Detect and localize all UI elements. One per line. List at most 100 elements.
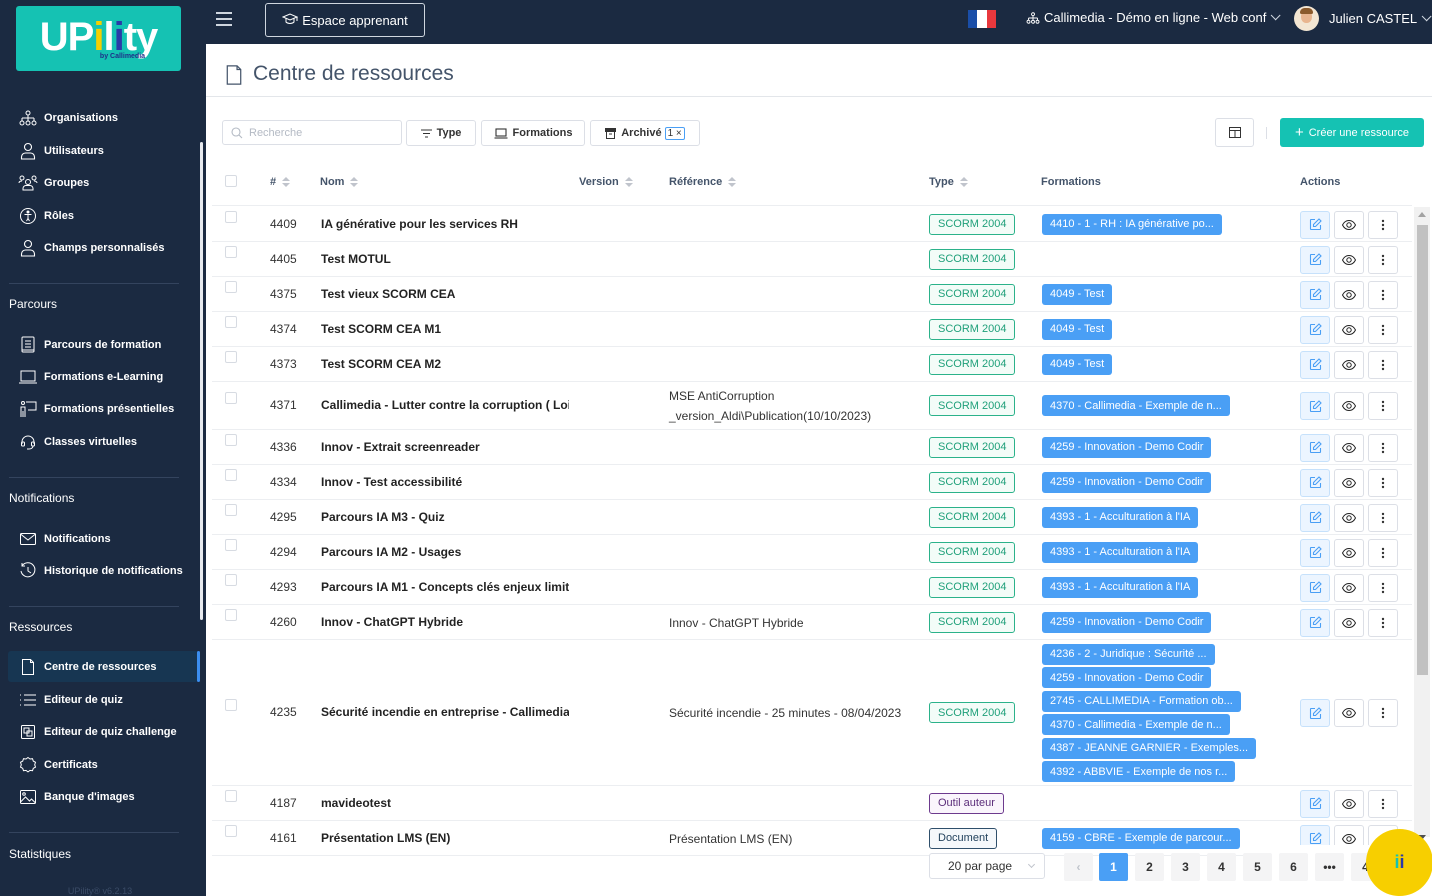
more-actions-button[interactable]	[1368, 538, 1398, 567]
checkbox[interactable]	[225, 280, 237, 293]
sidebar-item-groupes[interactable]: Groupes	[8, 167, 198, 198]
more-actions-button[interactable]	[1368, 315, 1398, 344]
checkbox[interactable]	[225, 210, 237, 223]
resource-name[interactable]: Parcours IA M3 - Quiz	[321, 510, 569, 524]
row-checkbox[interactable]	[225, 433, 237, 446]
row-checkbox[interactable]	[225, 280, 237, 293]
formation-tag[interactable]: 4393 - 1 - Acculturation à l'IA	[1042, 506, 1199, 528]
formation-tag[interactable]: 4259 - Innovation - Demo Codir	[1042, 471, 1212, 493]
preview-button[interactable]	[1334, 789, 1364, 818]
page-button[interactable]: 3	[1171, 853, 1200, 881]
filter-formations-button[interactable]: Formations	[481, 120, 585, 146]
page-button[interactable]: 2	[1135, 853, 1164, 881]
edit-button[interactable]	[1300, 350, 1330, 379]
more-actions-button[interactable]	[1368, 573, 1398, 602]
sidebar-item-banque-images[interactable]: Banque d'images	[8, 781, 198, 812]
more-actions-button[interactable]	[1368, 433, 1398, 462]
checkbox[interactable]	[225, 245, 237, 258]
formation-tag[interactable]: 4393 - 1 - Acculturation à l'IA	[1042, 576, 1199, 598]
help-bubble[interactable]: ii	[1366, 829, 1432, 896]
resource-name[interactable]: mavideotest	[321, 796, 569, 810]
scrollbar-thumb[interactable]	[1417, 225, 1428, 675]
row-checkbox[interactable]	[225, 468, 237, 481]
formation-tag[interactable]: 2745 - CALLIMEDIA - Formation ob...	[1042, 690, 1241, 712]
archived-count-badge[interactable]: 1 ×	[664, 126, 685, 140]
more-pages-button[interactable]: •••	[1315, 853, 1344, 881]
checkbox[interactable]	[225, 573, 237, 586]
formation-tag[interactable]: 4049 - Test	[1042, 353, 1113, 375]
sidebar-item-editeur-de-quiz[interactable]: Editeur de quiz	[8, 684, 198, 715]
resource-name[interactable]: Sécurité incendie en entreprise - Callim…	[321, 705, 569, 719]
edit-button[interactable]	[1300, 210, 1330, 239]
resource-name[interactable]: Test MOTUL	[321, 252, 569, 266]
sidebar-item-roles[interactable]: Rôles	[8, 200, 198, 231]
resource-name[interactable]: Innov - Extrait screenreader	[321, 440, 569, 454]
sidebar-item-classes-virtuelles[interactable]: Classes virtuelles	[8, 426, 198, 457]
create-resource-button[interactable]: + Créer une ressource	[1280, 118, 1424, 147]
sidebar-item-historique-notifications[interactable]: Historique de notifications	[8, 555, 198, 586]
resource-name[interactable]: Innov - ChatGPT Hybride	[321, 615, 569, 629]
edit-button[interactable]	[1300, 245, 1330, 274]
formation-tag[interactable]: 4393 - 1 - Acculturation à l'IA	[1042, 541, 1199, 563]
formation-tag[interactable]: 4259 - Innovation - Demo Codir	[1042, 436, 1212, 458]
preview-button[interactable]	[1334, 503, 1364, 532]
preview-button[interactable]	[1334, 573, 1364, 602]
more-actions-button[interactable]	[1368, 503, 1398, 532]
preview-button[interactable]	[1334, 350, 1364, 379]
filter-type-button[interactable]: Type	[406, 120, 476, 146]
sidebar-item-parcours-de-formation[interactable]: Parcours de formation	[8, 329, 198, 360]
edit-button[interactable]	[1300, 315, 1330, 344]
column-header-id[interactable]: #	[270, 176, 291, 188]
upility-logo[interactable]: UPility by Callimedia	[16, 6, 181, 71]
sidebar-item-formations-presentielles[interactable]: Formations présentielles	[8, 393, 198, 424]
preview-button[interactable]	[1334, 280, 1364, 309]
sidebar-item-utilisateurs[interactable]: Utilisateurs	[8, 135, 198, 166]
formation-tag[interactable]: 4387 - JEANNE GARNIER - Exemples...	[1042, 737, 1257, 759]
sidebar-item-champs-personnalises[interactable]: Champs personnalisés	[8, 232, 198, 263]
preview-button[interactable]	[1334, 699, 1364, 727]
checkbox[interactable]	[225, 350, 237, 363]
edit-button[interactable]	[1300, 573, 1330, 602]
more-actions-button[interactable]	[1368, 245, 1398, 274]
checkbox[interactable]	[225, 824, 237, 837]
checkbox[interactable]	[225, 608, 237, 621]
row-checkbox[interactable]	[225, 315, 237, 328]
preview-button[interactable]	[1334, 210, 1364, 239]
preview-button[interactable]	[1334, 433, 1364, 462]
formation-tag[interactable]: 4370 - Callimedia - Exemple de n...	[1042, 714, 1230, 735]
edit-button[interactable]	[1300, 538, 1330, 567]
column-header-reference[interactable]: Référence	[669, 176, 737, 188]
column-settings-button[interactable]	[1215, 118, 1254, 147]
formation-tag[interactable]: 4049 - Test	[1042, 318, 1113, 340]
page-button[interactable]: 5	[1243, 853, 1272, 881]
section-title-statistiques[interactable]: Statistiques	[9, 847, 71, 861]
column-header-name[interactable]: Nom	[320, 176, 359, 188]
filter-archived-button[interactable]: Archivé 1 ×	[590, 120, 700, 146]
row-checkbox[interactable]	[225, 608, 237, 621]
preview-button[interactable]	[1334, 468, 1364, 497]
resource-name[interactable]: Parcours IA M2 - Usages	[321, 545, 569, 559]
page-button[interactable]: 1	[1099, 853, 1128, 881]
sidebar-item-centre-de-ressources[interactable]: Centre de ressources	[8, 651, 200, 682]
formation-tag[interactable]: 4392 - ABBVIE - Exemple de nos r...	[1042, 761, 1236, 782]
checkbox[interactable]	[225, 392, 237, 404]
sidebar-item-editeur-de-quiz-challenge[interactable]: Editeur de quiz challenge	[8, 716, 198, 747]
row-checkbox[interactable]	[225, 699, 237, 711]
edit-button[interactable]	[1300, 608, 1330, 637]
menu-toggle-icon[interactable]	[216, 12, 232, 28]
row-checkbox[interactable]	[225, 824, 237, 837]
scroll-up-icon[interactable]	[1418, 212, 1426, 217]
row-checkbox[interactable]	[225, 350, 237, 363]
prev-page-button[interactable]: ‹	[1064, 853, 1093, 881]
formation-tag[interactable]: 4049 - Test	[1042, 283, 1113, 305]
formation-tag[interactable]: 4410 - 1 - RH : IA générative po...	[1042, 213, 1222, 235]
formation-tag[interactable]: 4159 - CBRE - Exemple de parcour...	[1042, 827, 1240, 849]
edit-button[interactable]	[1300, 433, 1330, 462]
more-actions-button[interactable]	[1368, 210, 1398, 239]
resource-name[interactable]: Test SCORM CEA M1	[321, 322, 569, 336]
row-checkbox[interactable]	[225, 210, 237, 223]
sidebar-scrollbar[interactable]	[200, 142, 203, 620]
sidebar-item-organisations[interactable]: Organisations	[8, 102, 198, 133]
checkbox[interactable]	[225, 315, 237, 328]
search-field[interactable]	[222, 120, 402, 145]
